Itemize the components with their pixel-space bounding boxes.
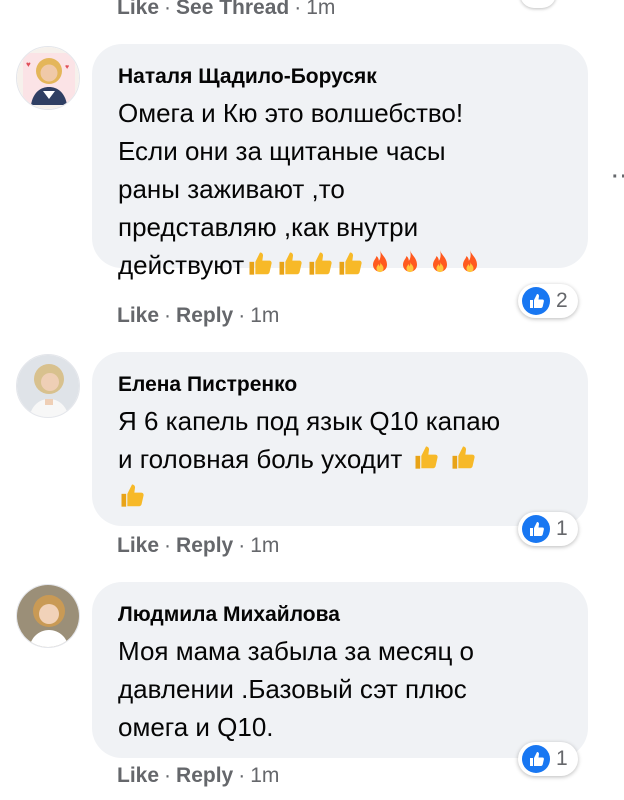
separator: · bbox=[238, 304, 246, 327]
separator: · bbox=[238, 534, 246, 557]
comment-author[interactable]: Елена Пистренко bbox=[118, 372, 562, 398]
reactions-badge[interactable]: 2 bbox=[518, 284, 578, 318]
previous-comment-actions: Like · See Thread · 1m bbox=[117, 0, 335, 20]
like-link[interactable]: Like bbox=[117, 304, 159, 327]
separator: · bbox=[164, 534, 172, 557]
comment-text: Омега и Кю это волшебство! Если они за щ… bbox=[118, 94, 562, 284]
avatar[interactable]: ♥ ♥ bbox=[16, 46, 80, 110]
like-link[interactable]: Like bbox=[117, 764, 159, 787]
reply-link[interactable]: Reply bbox=[176, 534, 233, 557]
timestamp[interactable]: 1m bbox=[250, 304, 279, 327]
comment-actions: Like · Reply · 1m bbox=[117, 764, 279, 788]
avatar-image: ♥ ♥ bbox=[17, 47, 79, 109]
timestamp[interactable]: 1m bbox=[250, 534, 279, 557]
avatar[interactable] bbox=[16, 354, 80, 418]
separator: · bbox=[164, 304, 172, 327]
timestamp[interactable]: 1m bbox=[306, 0, 335, 19]
see-thread-link[interactable]: See Thread bbox=[176, 0, 289, 19]
thumbs-up-emoji-icon bbox=[276, 249, 304, 277]
reaction-count: 2 bbox=[556, 289, 568, 312]
separator: · bbox=[164, 0, 172, 19]
svg-text:♥: ♥ bbox=[26, 60, 31, 69]
reply-link[interactable]: Reply bbox=[176, 764, 233, 787]
fire-emoji-icon bbox=[366, 249, 394, 277]
thumbs-up-emoji-icon bbox=[336, 249, 364, 277]
avatar-image bbox=[17, 355, 79, 417]
reaction-count: 1 bbox=[556, 517, 568, 540]
like-reaction-icon bbox=[522, 745, 550, 773]
thumbs-up-emoji-icon bbox=[306, 249, 334, 277]
comment-author[interactable]: Наталя Щадило-Борусяк bbox=[118, 64, 562, 90]
reply-link[interactable]: Reply bbox=[176, 304, 233, 327]
fire-emoji-icon bbox=[426, 249, 454, 277]
svg-text:♥: ♥ bbox=[65, 64, 69, 71]
comment-text: Я 6 капель под язык Q10 капаю и головная… bbox=[118, 402, 562, 516]
reaction-count: 1 bbox=[556, 747, 568, 770]
like-reaction-icon bbox=[522, 515, 550, 543]
reactions-badge[interactable]: 1 bbox=[518, 742, 578, 776]
comment-actions: Like · Reply · 1m bbox=[117, 304, 279, 328]
avatar-image bbox=[17, 585, 79, 647]
thumbs-up-emoji-icon bbox=[449, 443, 477, 471]
comment-text: Моя мама забыла за месяц о давлении .Баз… bbox=[118, 636, 475, 742]
timestamp[interactable]: 1m bbox=[250, 764, 279, 787]
previous-reactions-badge[interactable] bbox=[520, 0, 556, 8]
separator: · bbox=[238, 764, 246, 787]
comment-bubble: Людмила Михайлова Моя мама забыла за мес… bbox=[92, 582, 588, 758]
thumbs-up-emoji-icon bbox=[118, 481, 146, 509]
comment-bubble: Наталя Щадило-Борусяк Омега и Кю это вол… bbox=[92, 44, 588, 280]
separator: · bbox=[164, 764, 172, 787]
like-link[interactable]: Like bbox=[117, 534, 159, 557]
fire-emoji-icon bbox=[396, 249, 424, 277]
comment-author[interactable]: Людмила Михайлова bbox=[118, 602, 562, 628]
like-reaction-icon bbox=[522, 287, 550, 315]
comment-bubble: Елена Пистренко Я 6 капель под язык Q10 … bbox=[92, 352, 588, 526]
reactions-badge[interactable]: 1 bbox=[518, 512, 578, 546]
thumbs-up-emoji-icon bbox=[412, 443, 440, 471]
comment-actions: Like · Reply · 1m bbox=[117, 534, 279, 558]
separator: · bbox=[294, 0, 302, 19]
thumbs-up-emoji-icon bbox=[246, 249, 274, 277]
more-options-icon[interactable]: ·· bbox=[612, 166, 624, 189]
like-link[interactable]: Like bbox=[117, 0, 159, 19]
avatar[interactable] bbox=[16, 584, 80, 648]
fire-emoji-icon bbox=[456, 249, 484, 277]
